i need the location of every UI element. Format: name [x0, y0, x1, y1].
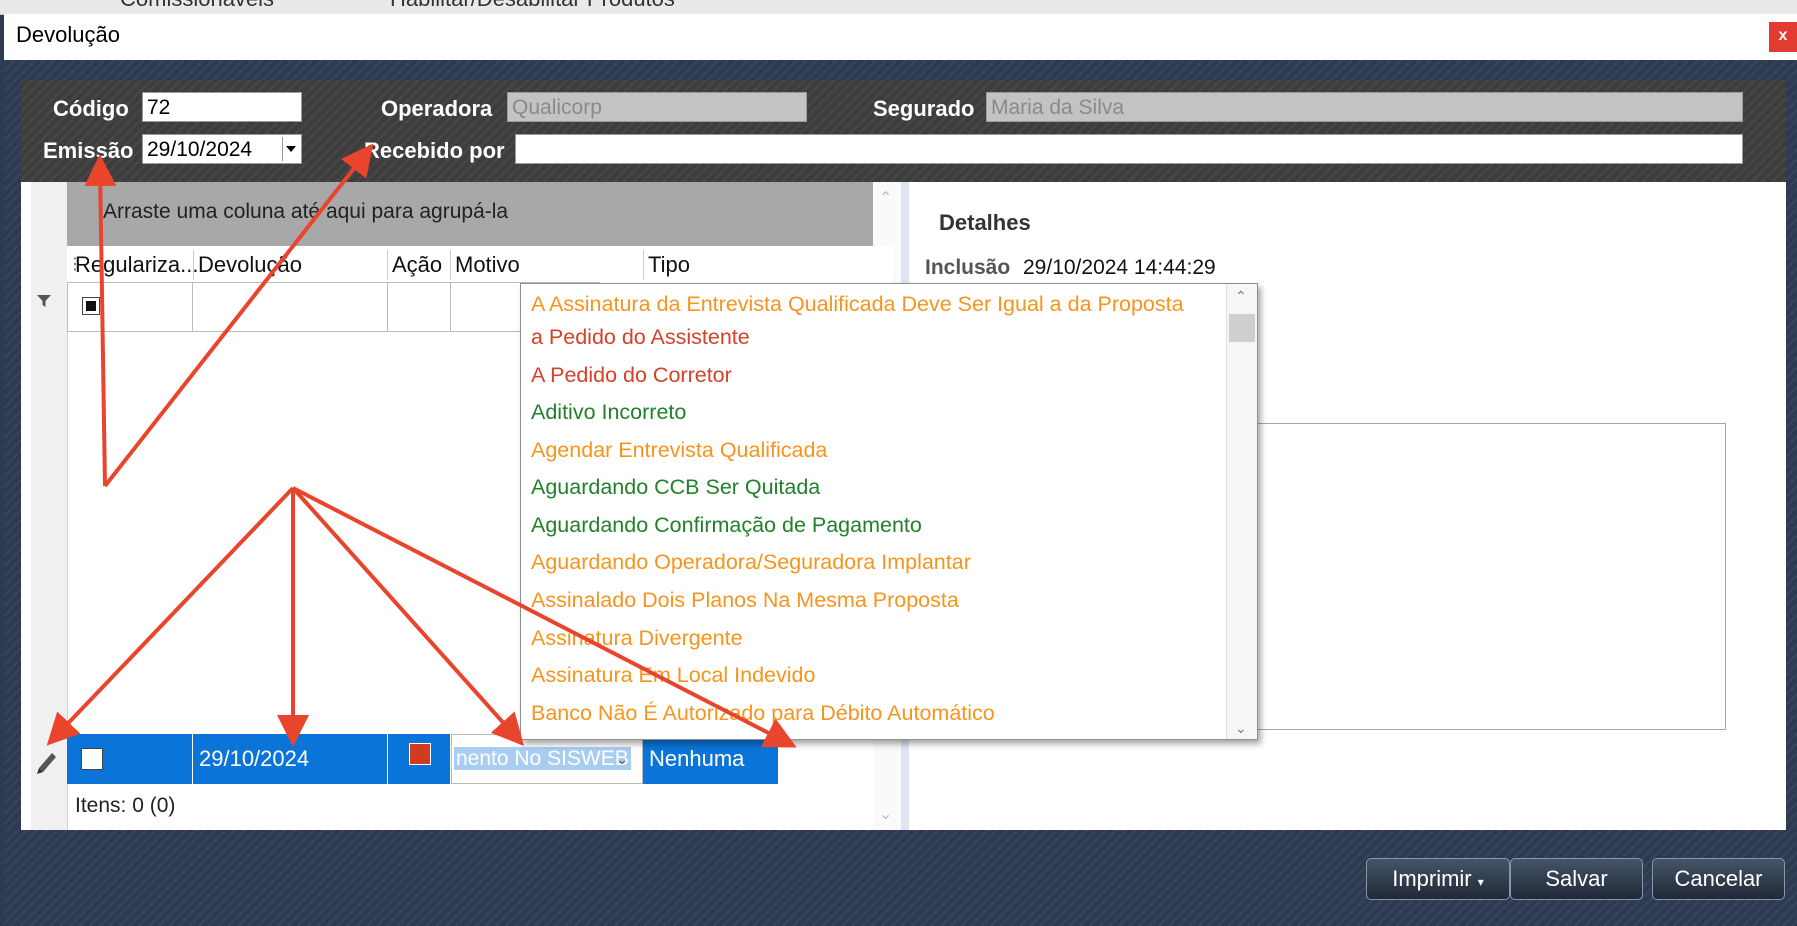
dialog-titlebar: Devolução x	[4, 14, 1797, 60]
inclusao-label: Inclusão	[925, 256, 1011, 279]
column-header-regularizado[interactable]: Regulariza...	[71, 250, 197, 280]
column-header-devolucao[interactable]: Devolução	[193, 250, 388, 280]
motivo-option[interactable]: Aguardando Confirmação de Pagamento	[531, 513, 922, 538]
column-header-tipo[interactable]: Tipo	[643, 250, 758, 280]
motivo-option[interactable]: Banco Não É Autorizado para Débito Autom…	[531, 701, 995, 726]
chevron-down-icon[interactable]: ⌄	[616, 735, 628, 783]
motivo-option[interactable]: Aguardando Operadora/Seguradora Implanta…	[531, 550, 971, 575]
date-dropdown-icon[interactable]	[282, 137, 299, 161]
motivo-option[interactable]: Aditivo Incorreto	[531, 400, 686, 425]
filter-cell-regularizado[interactable]	[67, 282, 193, 332]
motivo-option[interactable]: Aguardando CCB Ser Quitada	[531, 475, 820, 500]
motivo-option[interactable]: Agendar Entrevista Qualificada	[531, 438, 827, 463]
background-item: Comissionáveis	[120, 0, 274, 12]
emissao-label: Emissão	[43, 138, 134, 163]
codigo-label: Código	[53, 96, 129, 121]
motivo-combobox[interactable]: nento No SISWEB ⌄	[451, 734, 643, 784]
salvar-button[interactable]: Salvar	[1510, 858, 1643, 900]
edit-cell-devolucao[interactable]: 29/10/2024	[193, 734, 388, 784]
emissao-date-field[interactable]: 29/10/2024	[142, 134, 302, 164]
details-textarea[interactable]	[1193, 423, 1726, 730]
pencil-edit-icon	[37, 753, 56, 774]
scroll-down-icon[interactable]: ⌄	[879, 804, 892, 824]
group-by-area[interactable]: Arraste uma coluna até aqui para agrupá-…	[67, 182, 893, 246]
motivo-option[interactable]: a Pedido do Assistente	[531, 325, 750, 350]
imprimir-label: Imprimir	[1392, 866, 1472, 891]
operadora-label: Operadora	[381, 96, 493, 121]
filter-icon	[37, 295, 51, 307]
group-by-hint: Arraste uma coluna até aqui para agrupá-…	[103, 200, 509, 223]
caret-down-icon: ▾	[1477, 875, 1484, 889]
recebido-label: Recebido por	[364, 138, 505, 163]
motivo-option[interactable]: A Assinatura da Entrevista Qualificada D…	[531, 292, 1184, 317]
segurado-label: Segurado	[873, 96, 975, 121]
column-header-acao[interactable]: Ação	[387, 250, 450, 280]
filter-checkbox[interactable]	[82, 297, 100, 315]
scroll-up-icon[interactable]: ⌃	[1235, 288, 1247, 305]
motivo-option[interactable]: Assinatura Divergente	[531, 626, 743, 651]
acao-color-indicator	[409, 743, 431, 765]
motivo-option[interactable]: A Pedido do Corretor	[531, 363, 732, 388]
recebido-field[interactable]	[515, 134, 1743, 164]
background-app-strip: Comissionáveis Habilitar/Desabilitar Pro…	[0, 0, 1797, 15]
motivo-option[interactable]: Assinalado Dois Planos Na Mesma Proposta	[531, 588, 959, 613]
dialog-title: Devolução	[16, 22, 120, 47]
filter-cell-devolucao[interactable]	[192, 282, 388, 332]
new-row-editor: 29/10/2024 nento No SISWEB ⌄ Nenhuma	[67, 734, 893, 784]
close-button[interactable]: x	[1769, 22, 1797, 52]
items-count: Itens: 0 (0)	[75, 794, 176, 817]
motivo-selected-text: nento No SISWEB	[454, 747, 631, 770]
emissao-date-value: 29/10/2024	[147, 138, 253, 161]
background-item: Habilitar/Desabilitar Produtos	[390, 0, 675, 12]
edit-cell-tipo[interactable]: Nenhuma	[643, 734, 779, 784]
codigo-field[interactable]: 72	[142, 92, 302, 122]
motivo-dropdown-list[interactable]: A Assinatura da Entrevista Qualificada D…	[520, 283, 1258, 740]
imprimir-button[interactable]: Imprimir ▾	[1366, 858, 1510, 900]
column-header-motivo[interactable]: Motivo	[450, 250, 640, 280]
details-title: Detalhes	[939, 210, 1031, 235]
segurado-field[interactable]: Maria da Silva	[986, 92, 1743, 122]
dropdown-scrollbar[interactable]: ⌃ ⌄	[1226, 284, 1257, 739]
grid-column-header: ⋮ Regulariza... Devolução Ação Motivo Ti…	[67, 246, 893, 283]
operadora-field[interactable]: Qualicorp	[507, 92, 807, 122]
scroll-thumb[interactable]	[1229, 314, 1255, 342]
regularizado-checkbox[interactable]	[81, 748, 103, 770]
edit-cell-regularizado[interactable]	[67, 734, 193, 784]
scroll-down-icon[interactable]: ⌄	[1235, 720, 1247, 737]
scroll-up-icon[interactable]: ⌃	[879, 188, 892, 208]
row-indicator-gutter	[31, 182, 68, 830]
cancelar-button[interactable]: Cancelar	[1652, 858, 1785, 900]
filter-cell-acao[interactable]	[387, 282, 451, 332]
header-panel: Código 72 Operadora Qualicorp Segurado M…	[21, 80, 1786, 182]
inclusao-value: 29/10/2024 14:44:29	[1023, 256, 1216, 279]
motivo-option[interactable]: Assinatura Em Local Indevido	[531, 663, 815, 688]
